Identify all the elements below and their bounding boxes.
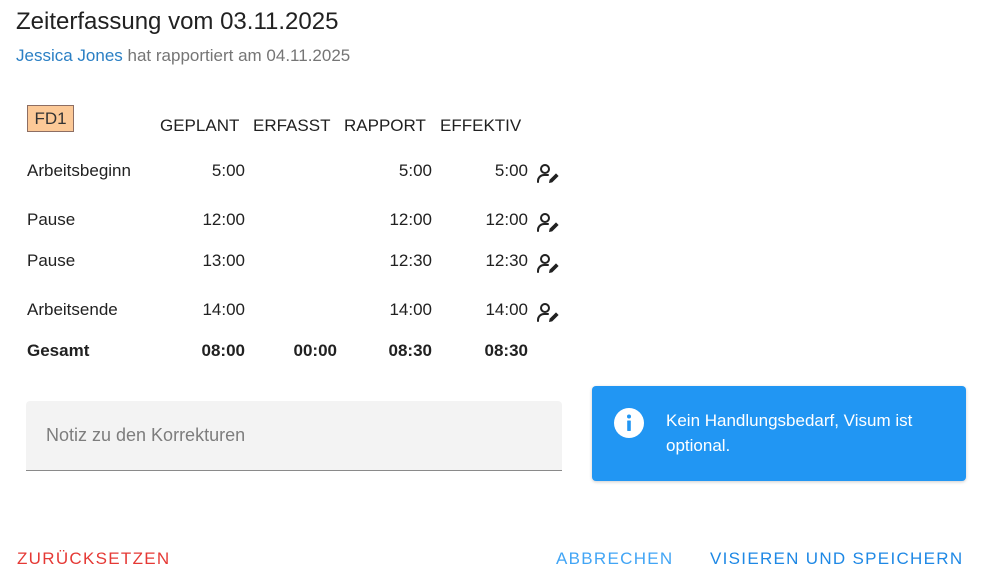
- cell-effektiv: 12:00: [485, 210, 528, 229]
- info-alert: Kein Handlungsbedarf, Visum ist optional…: [592, 386, 966, 481]
- cell-geplant: 14:00: [202, 300, 245, 319]
- cancel-button[interactable]: ABBRECHEN: [556, 549, 674, 569]
- cell-effektiv: 14:00: [485, 300, 528, 319]
- reset-button[interactable]: ZURÜCKSETZEN: [17, 549, 171, 569]
- correction-note-input[interactable]: [26, 401, 562, 471]
- total-erfasst: 00:00: [293, 341, 337, 360]
- row-label-arbeitsbeginn: Arbeitsbeginn: [27, 161, 131, 180]
- info-icon: [614, 408, 644, 438]
- total-effektiv: 08:30: [484, 341, 528, 360]
- cell-geplant: 13:00: [202, 251, 245, 270]
- total-label: Gesamt: [27, 341, 90, 360]
- total-geplant: 08:00: [201, 341, 245, 360]
- cell-rapport: 12:00: [389, 210, 432, 229]
- column-header-effektiv: EFFEKTIV: [440, 116, 522, 135]
- row-label-arbeitsende: Arbeitsende: [27, 300, 118, 319]
- cell-effektiv: 5:00: [494, 161, 528, 180]
- cell-rapport: 12:30: [389, 251, 432, 270]
- cell-geplant: 12:00: [202, 210, 245, 229]
- row-label-pause: Pause: [27, 251, 76, 270]
- row-label-pause: Pause: [27, 210, 76, 229]
- total-rapport: 08:30: [388, 341, 432, 360]
- person-edit-icon[interactable]: [536, 162, 560, 186]
- reported-text: hat rapportiert am 04.11.2025: [127, 46, 351, 65]
- person-edit-icon[interactable]: [536, 252, 560, 276]
- shift-badge: FD1: [27, 105, 74, 132]
- cell-geplant: 5:00: [211, 161, 245, 180]
- report-info: Jessica Jones hat rapportiert am 04.11.2…: [16, 46, 350, 66]
- alert-message: Kein Handlungsbedarf, Visum ist optional…: [666, 411, 913, 455]
- column-header-erfasst: ERFASST: [253, 116, 331, 135]
- column-header-rapport: RAPPORT: [344, 116, 426, 135]
- user-link[interactable]: Jessica Jones: [16, 46, 123, 65]
- approve-and-save-button[interactable]: VISIEREN UND SPEICHERN: [710, 549, 963, 569]
- person-edit-icon[interactable]: [536, 211, 560, 235]
- column-header-geplant: GEPLANT: [160, 116, 240, 135]
- page-title: Zeiterfassung vom 03.11.2025: [16, 8, 339, 35]
- person-edit-icon[interactable]: [536, 301, 560, 325]
- cell-effektiv: 12:30: [485, 251, 528, 270]
- cell-rapport: 14:00: [389, 300, 432, 319]
- cell-rapport: 5:00: [398, 161, 432, 180]
